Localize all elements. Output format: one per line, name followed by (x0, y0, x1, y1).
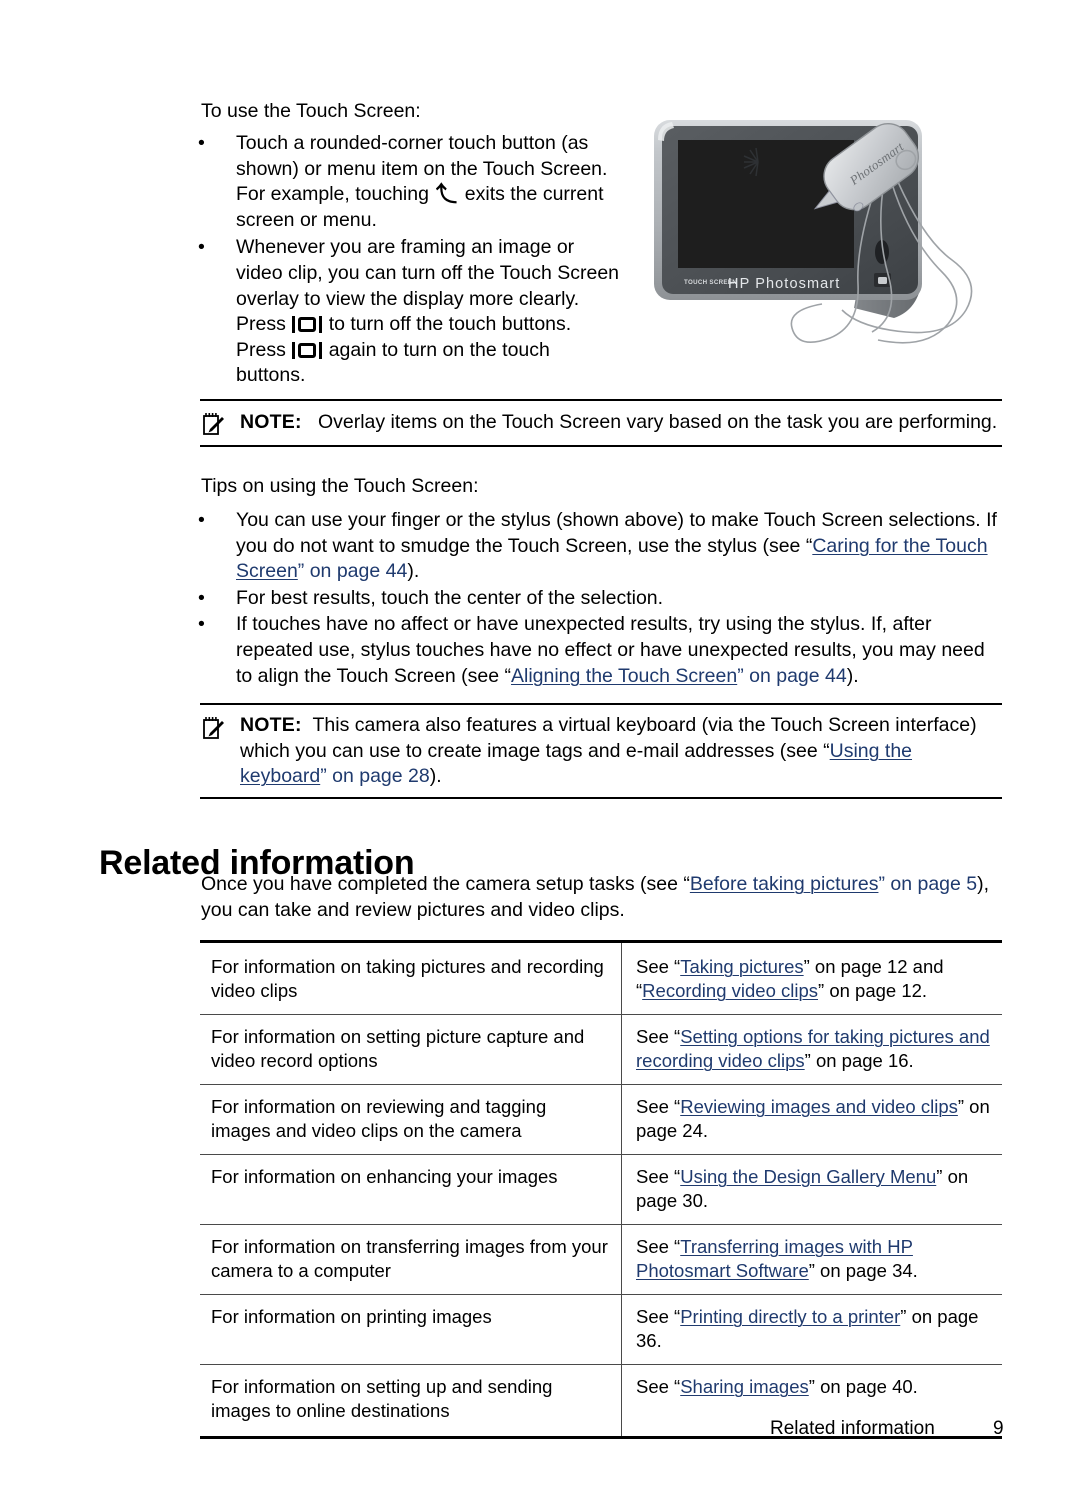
touch-screen-intro-line: To use the Touch Screen: (201, 100, 421, 122)
intro-page-ref: 5 (966, 873, 978, 895)
bullet-marker: • (198, 509, 205, 531)
note-page-ref: 28 (408, 765, 430, 788)
related-intro-paragraph: Once you have completed the camera setup… (201, 872, 1001, 923)
note-text-part3: ). (429, 765, 442, 788)
camera-with-stylus-illustration: TOUCH SCREEN HP Photosmart Photosmart (640, 100, 1010, 400)
link-sharing-images[interactable]: Sharing images (680, 1376, 809, 1397)
ref-prefix: See “ (636, 1236, 681, 1257)
table-cell-reference: See “Using the Design Gallery Menu” on p… (621, 1154, 1002, 1225)
tip-text-part3: ). (407, 560, 420, 583)
ref-suffix: ” on page 40. (808, 1376, 918, 1397)
table-cell-topic: For information on printing images (200, 1294, 622, 1365)
link-using-the-design-gallery-menu[interactable]: Using the Design Gallery Menu (680, 1166, 936, 1187)
link-aligning-the-touch-screen[interactable]: Aligning the Touch Screen (511, 665, 737, 687)
table-cell-reference: See “Reviewing images and video clips” o… (621, 1084, 1002, 1155)
intro-text-part2: ” on page (878, 873, 967, 895)
bullet-marker: • (198, 132, 205, 154)
ref-prefix: See “ (636, 956, 681, 977)
document-page: To use the Touch Screen: • Touch a round… (0, 0, 1080, 1495)
list-item: • Whenever you are framing an image or v… (190, 235, 622, 389)
note-label: NOTE: (240, 411, 302, 433)
tip-page-ref: 44 (825, 664, 847, 687)
link-printing-directly-to-a-printer[interactable]: Printing directly to a printer (680, 1306, 900, 1327)
table-cell-topic: For information on taking pictures and r… (200, 940, 622, 1015)
tip-text-part2: ” on page (737, 664, 826, 687)
table-row: For information on enhancing your images… (200, 1154, 1002, 1225)
table-row: For information on printing images See “… (200, 1294, 1002, 1365)
ref-prefix: See “ (636, 1376, 681, 1397)
table-row: For information on setting picture captu… (200, 1014, 1002, 1085)
bullet-marker: • (198, 236, 205, 259)
table-row: For information on taking pictures and r… (200, 940, 1002, 1015)
list-item: • Touch a rounded-corner touch button (a… (190, 131, 622, 233)
touch-screen-tips-list: • You can use your finger or the stylus … (190, 508, 1002, 690)
list-item: • If touches have no affect or have unex… (190, 612, 1002, 689)
table-cell-topic: For information on reviewing and tagging… (200, 1084, 622, 1155)
tip-text-part2: ” on page (297, 560, 386, 583)
table-cell-topic: For information on enhancing your images (200, 1154, 622, 1225)
tips-intro-line: Tips on using the Touch Screen: (201, 475, 479, 497)
table-cell-reference: See “Transferring images with HP Photosm… (621, 1224, 1002, 1295)
note-label: NOTE: (240, 714, 302, 736)
footer-chapter-title: Related information (770, 1418, 935, 1439)
table-cell-topic: For information on setting up and sendin… (200, 1364, 622, 1439)
display-toggle-icon (292, 341, 323, 360)
ref-suffix: ” on page 16. (804, 1050, 914, 1071)
intro-text-part1: Once you have completed the camera setup… (201, 873, 690, 895)
link-before-taking-pictures[interactable]: Before taking pictures (690, 873, 879, 895)
note-callout: NOTE: This camera also features a virtua… (200, 703, 1002, 799)
footer-page-number: 9 (993, 1418, 1004, 1439)
note-text-part2: ” on page (320, 765, 409, 788)
table-cell-reference: See “Setting options for taking pictures… (621, 1014, 1002, 1085)
table-cell-topic: For information on setting picture captu… (200, 1014, 622, 1085)
note-text: Overlay items on the Touch Screen vary b… (317, 411, 998, 433)
ref-prefix: See “ (636, 1096, 681, 1117)
ref-prefix: See “ (636, 1026, 681, 1047)
tip-text-part1: For best results, touch the center of th… (236, 586, 664, 609)
table-cell-topic: For information on transferring images f… (200, 1224, 622, 1295)
touch-screen-instructions-list: • Touch a rounded-corner touch button (a… (190, 131, 622, 391)
note-callout: NOTE: Overlay items on the Touch Screen … (200, 399, 1002, 447)
ref-prefix: See “ (636, 1166, 681, 1187)
tip-text-part3: ). (846, 664, 859, 687)
tip-page-ref: 44 (385, 560, 408, 583)
table-row: For information on transferring images f… (200, 1224, 1002, 1295)
ref-suffix: ” on page 34. (808, 1260, 918, 1281)
table-cell-reference: See “Printing directly to a printer” on … (621, 1294, 1002, 1365)
link-taking-pictures[interactable]: Taking pictures (680, 956, 803, 977)
link-recording-video-clips[interactable]: Recording video clips (642, 980, 818, 1001)
table-cell-reference: See “Taking pictures” on page 12 and “Re… (621, 940, 1002, 1015)
link-reviewing-images-and-video-clips[interactable]: Reviewing images and video clips (680, 1096, 958, 1117)
ref-prefix: See “ (636, 1306, 681, 1327)
table-row: For information on reviewing and tagging… (200, 1084, 1002, 1155)
bullet-marker: • (198, 586, 205, 609)
display-toggle-icon (292, 315, 323, 334)
back-arrow-icon: ⤴ (436, 183, 458, 207)
bullet-marker: • (198, 613, 205, 636)
ref-suffix: ” on page 12. (818, 980, 928, 1001)
list-item: • You can use your finger or the stylus … (190, 508, 1002, 585)
list-item: • For best results, touch the center of … (190, 586, 1002, 612)
related-information-table: For information on taking pictures and r… (200, 940, 1002, 1439)
note-pencil-icon (202, 716, 224, 740)
note-pencil-icon (202, 412, 224, 436)
camera-brand-label: HP Photosmart (728, 276, 840, 292)
